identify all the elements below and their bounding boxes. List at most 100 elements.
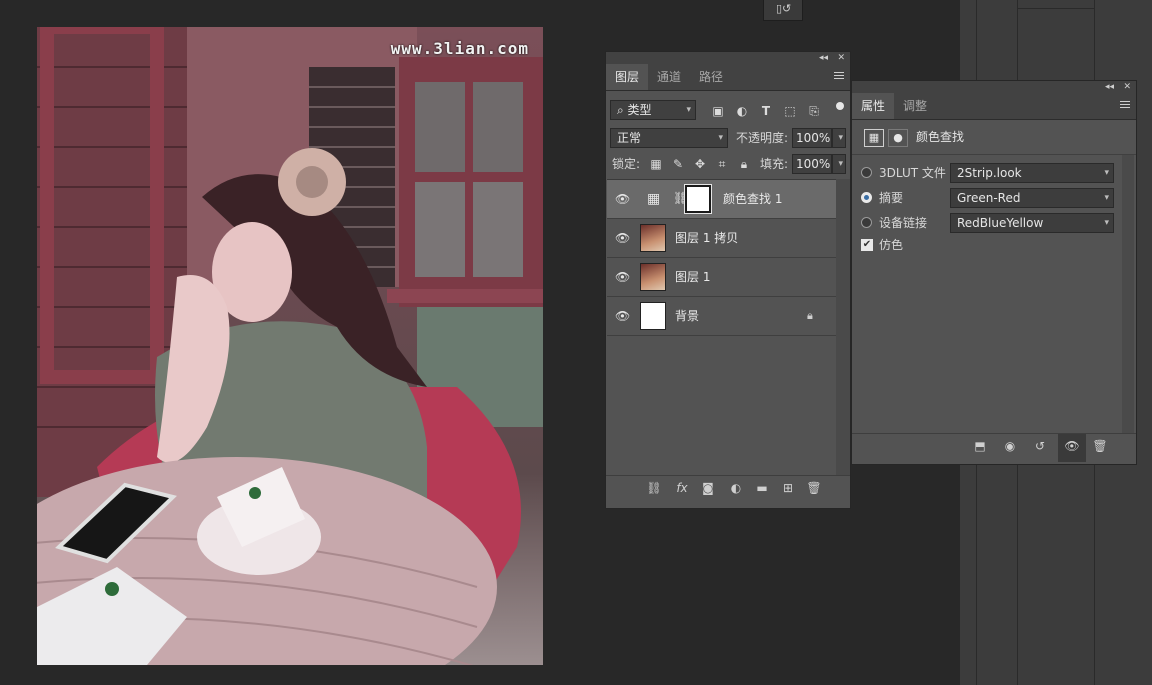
mask-icon[interactable]: ● — [888, 129, 908, 147]
new-adjustment-icon[interactable]: ◐ — [728, 481, 744, 495]
layer-thumbnail — [640, 302, 666, 330]
3dlut-value: 2Strip.look — [957, 166, 1022, 180]
chevron-down-icon: ▾ — [686, 105, 691, 115]
layer-row-color-lookup[interactable]: 👁︎ ▦ ⛓︎ 颜色查找 1 — [607, 180, 836, 219]
view-previous-state-icon[interactable]: ◉ — [1002, 439, 1018, 453]
tab-paths[interactable]: 路径 — [690, 64, 732, 90]
chevron-down-icon: ▾ — [1104, 218, 1109, 228]
layers-tabs: 图层 通道 路径 — [606, 64, 850, 91]
layer-row-background[interactable]: 👁︎ 背景 🔒︎ — [607, 297, 836, 336]
opacity-value: 100% — [796, 131, 831, 145]
photo-illustration — [37, 27, 543, 665]
adjustment-table-icon[interactable]: ▦ — [864, 129, 884, 147]
filter-kind-select[interactable]: ⌕ 类型 ▾ — [610, 100, 696, 120]
chevron-down-icon: ▾ — [838, 159, 843, 169]
visibility-eye-icon[interactable]: 👁︎ — [615, 231, 630, 245]
lock-artboard-icon[interactable]: ⌗ — [714, 157, 730, 171]
blend-mode-label: 正常 — [617, 131, 642, 145]
filter-toggle-knob — [836, 102, 844, 110]
opacity-dropdown[interactable]: ▾ — [832, 128, 846, 148]
add-mask-icon[interactable]: ◙ — [700, 481, 716, 495]
blend-mode-select[interactable]: 正常 ▾ — [610, 128, 728, 148]
canvas-image[interactable]: www.3lian.com — [37, 27, 543, 665]
lock-transparent-icon[interactable]: ▦ — [648, 157, 664, 171]
fill-value: 100% — [796, 157, 831, 171]
dither-label: 仿色 — [879, 238, 904, 252]
opacity-input[interactable]: 100% — [792, 128, 832, 148]
layers-panel: ◂◂ ✕ 图层 通道 路径 ⌕ 类型 ▾ ▣ ◐ T ⬚ ⎘ 正常 ▾ 不透明度… — [605, 51, 851, 509]
properties-scrollbar[interactable] — [1122, 155, 1134, 433]
fx-icon[interactable]: fx — [674, 481, 690, 495]
lock-position-icon[interactable]: ✥ — [692, 157, 708, 171]
close-icon[interactable]: ✕ — [1123, 81, 1131, 93]
close-icon[interactable]: ✕ — [837, 52, 845, 64]
tab-properties[interactable]: 属性 — [852, 93, 895, 119]
fill-dropdown[interactable]: ▾ — [832, 154, 846, 174]
adjustment-title: 颜色查找 — [916, 130, 965, 144]
layer-row-layer1[interactable]: 👁︎ 图层 1 — [607, 258, 836, 297]
properties-footer: ⬒ ◉ ↺ 👁︎ 🗑︎ — [852, 433, 1136, 462]
lock-label: 锁定: — [612, 157, 641, 171]
delete-icon[interactable]: 🗑︎ — [1092, 439, 1108, 453]
reset-icon[interactable]: ↺ — [1032, 439, 1048, 453]
toggle-visibility-button[interactable]: 👁︎ — [1058, 434, 1086, 462]
collapse-icon[interactable]: ◂◂ — [1105, 81, 1114, 93]
layers-panel-header: ◂◂ ✕ — [606, 52, 850, 64]
chevron-down-icon: ▾ — [1104, 193, 1109, 203]
fill-input[interactable]: 100% — [792, 154, 832, 174]
clip-to-layer-icon[interactable]: ⬒ — [972, 439, 988, 453]
layer-name: 图层 1 拷贝 — [675, 231, 739, 245]
opacity-label: 不透明度: — [736, 131, 789, 145]
dither-checkbox[interactable]: ✔ — [861, 239, 873, 251]
filter-toggle[interactable] — [836, 102, 844, 116]
3dlut-file-select[interactable]: 2Strip.look ▾ — [950, 163, 1114, 183]
lock-pixels-icon[interactable]: ✎ — [670, 157, 686, 171]
layer-name: 图层 1 — [675, 270, 711, 284]
chevron-down-icon: ▾ — [1104, 168, 1109, 178]
layer-thumbnail — [640, 263, 666, 291]
link-layers-icon[interactable]: ⛓︎ — [646, 481, 662, 495]
fill-label: 填充: — [760, 157, 789, 171]
abstract-select[interactable]: Green-Red ▾ — [950, 188, 1114, 208]
collapse-icon[interactable]: ◂◂ — [819, 52, 828, 64]
panel-toggle-button[interactable]: ▯↺ — [763, 0, 803, 21]
tab-adjustments[interactable]: 调整 — [894, 93, 936, 119]
abstract-value: Green-Red — [957, 191, 1021, 205]
visibility-eye-icon[interactable]: 👁︎ — [615, 192, 630, 206]
watermark-text: www.3lian.com — [390, 39, 529, 58]
tab-channels[interactable]: 通道 — [648, 64, 690, 90]
tab-layers[interactable]: 图层 — [606, 64, 649, 90]
lock-all-icon[interactable]: 🔒︎ — [736, 157, 752, 171]
panel-toggle-icon: ▯↺ — [776, 2, 792, 15]
properties-panel-header: ◂◂ ✕ — [852, 81, 1136, 93]
layer-row-copy[interactable]: 👁︎ 图层 1 拷贝 — [607, 219, 836, 258]
visibility-eye-icon[interactable]: 👁︎ — [615, 270, 630, 284]
layer-name: 背景 — [675, 309, 700, 323]
visibility-eye-icon[interactable]: 👁︎ — [615, 309, 630, 323]
device-link-value: RedBlueYellow — [957, 216, 1044, 230]
panel-menu-icon[interactable] — [834, 72, 844, 80]
layer-mask-thumbnail[interactable] — [684, 184, 712, 214]
smart-object-filter-icon[interactable]: ⎘ — [806, 104, 822, 118]
lock-icon: 🔒︎ — [807, 309, 813, 322]
filter-kind-label: 类型 — [627, 103, 652, 117]
delete-layer-icon[interactable]: 🗑︎ — [806, 481, 822, 495]
properties-panel: ◂◂ ✕ 属性 调整 ▦ ● 颜色查找 3DLUT 文件 2Strip.look… — [851, 80, 1137, 465]
layer-thumbnail — [640, 224, 666, 252]
device-link-select[interactable]: RedBlueYellow ▾ — [950, 213, 1114, 233]
radio-device-link[interactable] — [861, 217, 872, 228]
properties-title-bar: ▦ ● 颜色查找 — [852, 120, 1136, 155]
search-icon: ⌕ — [617, 103, 628, 117]
panel-menu-icon[interactable] — [1120, 101, 1130, 109]
adjustment-filter-icon[interactable]: ◐ — [734, 104, 750, 118]
shape-filter-icon[interactable]: ⬚ — [782, 104, 798, 118]
radio-3dlut[interactable] — [861, 167, 872, 178]
type-filter-icon[interactable]: T — [758, 104, 774, 118]
layer-list-scrollbar[interactable] — [836, 179, 850, 475]
new-group-icon[interactable]: ▬ — [754, 481, 770, 495]
layer-list: 👁︎ ▦ ⛓︎ 颜色查找 1 👁︎ 图层 1 拷贝 👁︎ 图层 1 👁︎ 背景 … — [607, 179, 836, 476]
new-layer-icon[interactable]: ⊞ — [780, 481, 796, 495]
radio-abstract[interactable] — [861, 192, 872, 203]
option-label-abstract: 摘要 — [879, 191, 904, 205]
image-filter-icon[interactable]: ▣ — [710, 104, 726, 118]
